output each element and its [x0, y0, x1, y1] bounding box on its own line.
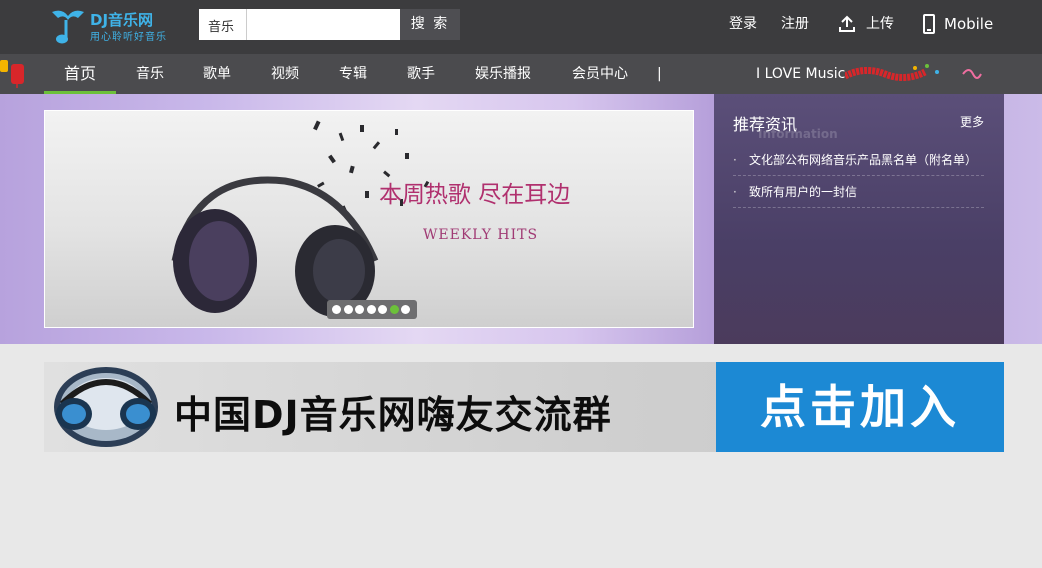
register-link[interactable]: 注册 — [781, 0, 809, 48]
lantern-decoration-icon — [0, 60, 24, 88]
bullet-icon: · — [733, 153, 737, 167]
mobile-phone-icon[interactable] — [923, 14, 935, 34]
upload-link[interactable]: 上传 — [866, 0, 894, 48]
nav-tagline: I LOVE Music — [756, 66, 846, 82]
nav-playlists[interactable]: 歌单 — [203, 54, 231, 94]
nav-entertainment-news[interactable]: 娱乐播报 — [475, 54, 531, 94]
slide-dot[interactable] — [366, 305, 376, 314]
nav-home[interactable]: 首页 — [44, 54, 116, 94]
slide-dot[interactable] — [343, 305, 353, 314]
nav-member-center[interactable]: 会员中心 — [572, 54, 628, 94]
join-group-text: 中国DJ音乐网嗨友交流群 — [174, 393, 612, 437]
nav-music[interactable]: 音乐 — [136, 54, 164, 94]
firecracker-decoration-icon — [845, 64, 982, 81]
hero-slide[interactable]: 本周热歌 尽在耳边 WEEKLY HITS — [44, 110, 694, 328]
join-now-button[interactable]: 点击加入 — [716, 362, 1004, 452]
slide-dot[interactable] — [332, 305, 341, 314]
login-link[interactable]: 登录 — [729, 0, 757, 48]
news-item-label: 文化部公布网络音乐产品黑名单（附名单） — [749, 153, 978, 167]
news-item[interactable]: · 致所有用户的一封信 — [733, 176, 984, 208]
slide-subtitle: WEEKLY HITS — [423, 227, 539, 243]
slide-pager — [327, 300, 417, 319]
slide-dot[interactable] — [378, 305, 387, 314]
bullet-icon: · — [733, 185, 737, 199]
slide-dot[interactable] — [389, 305, 399, 314]
nav-videos[interactable]: 视频 — [271, 54, 299, 94]
nav-artists[interactable]: 歌手 — [407, 54, 435, 94]
top-header: DJ音乐网 用心聆听好音乐 音乐 搜 索 登录 注册 上传 Mobile — [0, 0, 1042, 54]
news-more-link[interactable]: 更多 — [960, 113, 984, 130]
user-links: 登录 注册 上传 Mobile — [0, 0, 1042, 48]
headphones-image — [171, 120, 430, 317]
mobile-link[interactable]: Mobile — [944, 0, 993, 48]
join-group-banner[interactable]: 中国DJ音乐网嗨友交流群 点击加入 — [44, 362, 1004, 452]
dj-headphones-logo-icon — [54, 367, 158, 447]
slide-headline: 本周热歌 尽在耳边 — [379, 182, 571, 208]
news-title: 推荐资讯 — [733, 115, 798, 134]
slide-dot[interactable] — [401, 305, 410, 314]
news-item[interactable]: · 文化部公布网络音乐产品黑名单（附名单） — [733, 144, 984, 176]
slide-dot[interactable] — [355, 305, 364, 314]
news-item-label: 致所有用户的一封信 — [749, 185, 858, 199]
nav-separator: | — [657, 66, 662, 82]
news-panel: Information 推荐资讯 更多 · 文化部公布网络音乐产品黑名单（附名单）… — [714, 94, 1004, 344]
nav-albums[interactable]: 专辑 — [339, 54, 367, 94]
upload-icon[interactable] — [838, 15, 856, 33]
